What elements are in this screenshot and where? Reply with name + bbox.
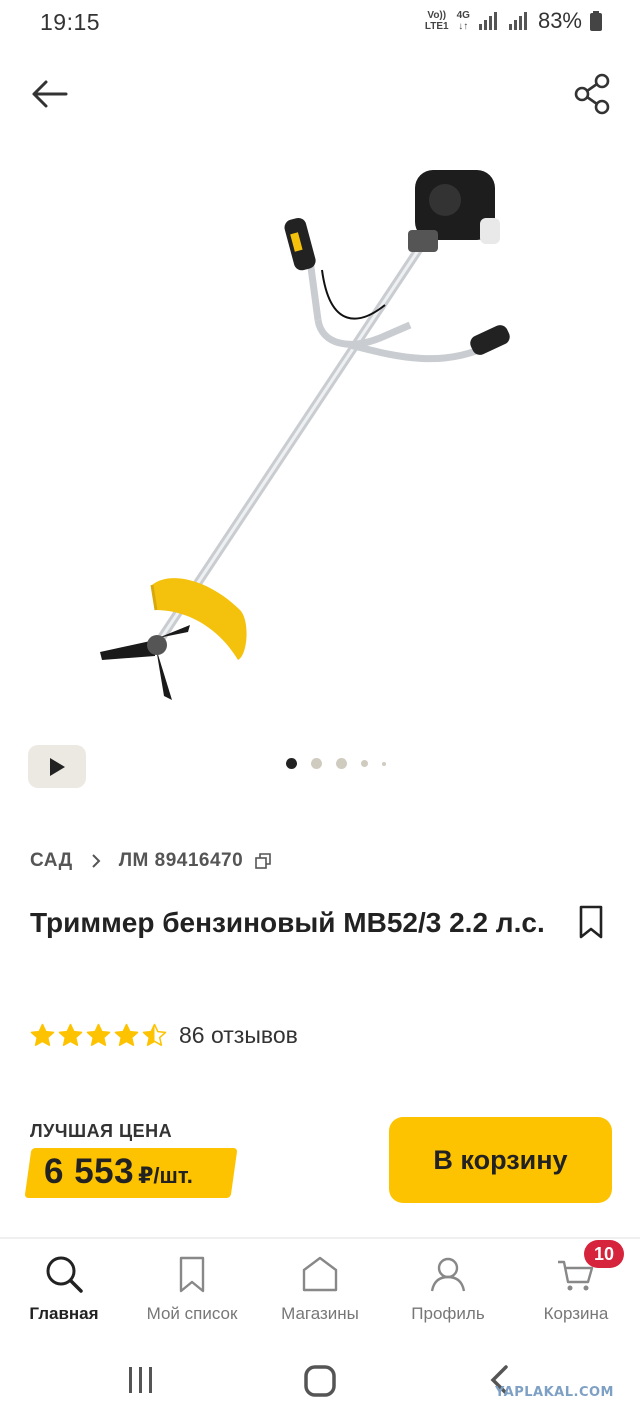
battery-percent: 83% [537, 8, 582, 33]
arrow-left-icon[interactable] [28, 74, 72, 114]
star-icon [142, 1023, 167, 1046]
store-icon [302, 1256, 338, 1292]
price-value: 6 553 [44, 1152, 135, 1191]
nav-item-stores[interactable]: Магазины [256, 1240, 384, 1340]
nav-item-cart[interactable]: Корзина 10 [512, 1240, 640, 1340]
search-icon [46, 1256, 83, 1293]
nav-item-profile[interactable]: Профиль [384, 1240, 512, 1340]
gallery-pagination [286, 758, 386, 769]
gallery-dot[interactable] [311, 758, 322, 769]
volte-indicator: Vo)) LTE1 [424, 10, 449, 32]
status-bar: 19:15 Vo)) LTE1 4G ↓↑ 83% [0, 0, 640, 46]
bottom-nav: Главная Мой список Магазины Профиль Корз… [0, 1240, 640, 1340]
battery-icon [590, 11, 602, 31]
video-button[interactable] [28, 745, 86, 788]
home-icon[interactable] [303, 1364, 337, 1398]
bookmark-icon[interactable] [578, 904, 604, 940]
star-icon [30, 1023, 55, 1046]
recent-apps-icon[interactable] [126, 1365, 156, 1395]
signal-icon [508, 12, 527, 30]
nav-label: Магазины [281, 1304, 359, 1323]
nav-label: Профиль [411, 1304, 485, 1323]
user-icon [430, 1257, 466, 1292]
top-bar [0, 62, 640, 126]
copy-icon[interactable] [255, 853, 272, 869]
star-icon [58, 1023, 83, 1046]
blade [100, 625, 190, 700]
gallery-dot[interactable] [336, 758, 347, 769]
add-to-cart-button[interactable]: В корзину [389, 1117, 612, 1203]
bookmark-icon [179, 1256, 205, 1293]
nav-item-home[interactable]: Главная [0, 1240, 128, 1340]
article-number: ЛМ 89416470 [118, 850, 244, 871]
best-price-label: ЛУЧШАЯ ЦЕНА [30, 1121, 173, 1141]
system-nav [0, 1345, 640, 1423]
play-icon [50, 757, 65, 776]
cart-badge: 10 [584, 1240, 624, 1268]
nav-item-my-list[interactable]: Мой список [128, 1240, 256, 1340]
share-icon[interactable] [572, 72, 612, 116]
nav-label: Мой список [146, 1304, 238, 1323]
breadcrumb-category[interactable]: САД [30, 850, 73, 872]
watermark: YAPLAKAL.COM [495, 1385, 614, 1400]
price: 6 553 ₽/шт. [44, 1152, 193, 1192]
breadcrumb: САД ЛМ 89416470 [30, 850, 272, 872]
rating[interactable]: 86 отзывов [30, 1022, 298, 1049]
gallery-dot[interactable] [382, 761, 386, 766]
nav-label: Главная [29, 1304, 99, 1323]
product-image[interactable] [60, 140, 560, 720]
signal-icon [478, 12, 497, 30]
nav-label: Корзина [543, 1304, 609, 1323]
gallery-dot-active[interactable] [286, 758, 297, 769]
product-title: Триммер бензиновый MB52/3 2.2 л.с. [30, 907, 545, 938]
network-indicator: 4G ↓↑ [456, 10, 470, 32]
chevron-right-icon [92, 854, 101, 868]
status-time: 19:15 [40, 9, 101, 35]
star-icon [114, 1023, 139, 1046]
rating-stars [30, 1023, 167, 1048]
reviews-count[interactable]: 86 отзывов [179, 1022, 298, 1049]
nav-divider [0, 1237, 640, 1239]
status-icons: Vo)) LTE1 4G ↓↑ 83% [425, 8, 602, 34]
price-unit: ₽/шт. [138, 1163, 193, 1188]
star-icon [86, 1023, 111, 1046]
engine [408, 170, 500, 252]
gallery-dot[interactable] [361, 760, 368, 767]
